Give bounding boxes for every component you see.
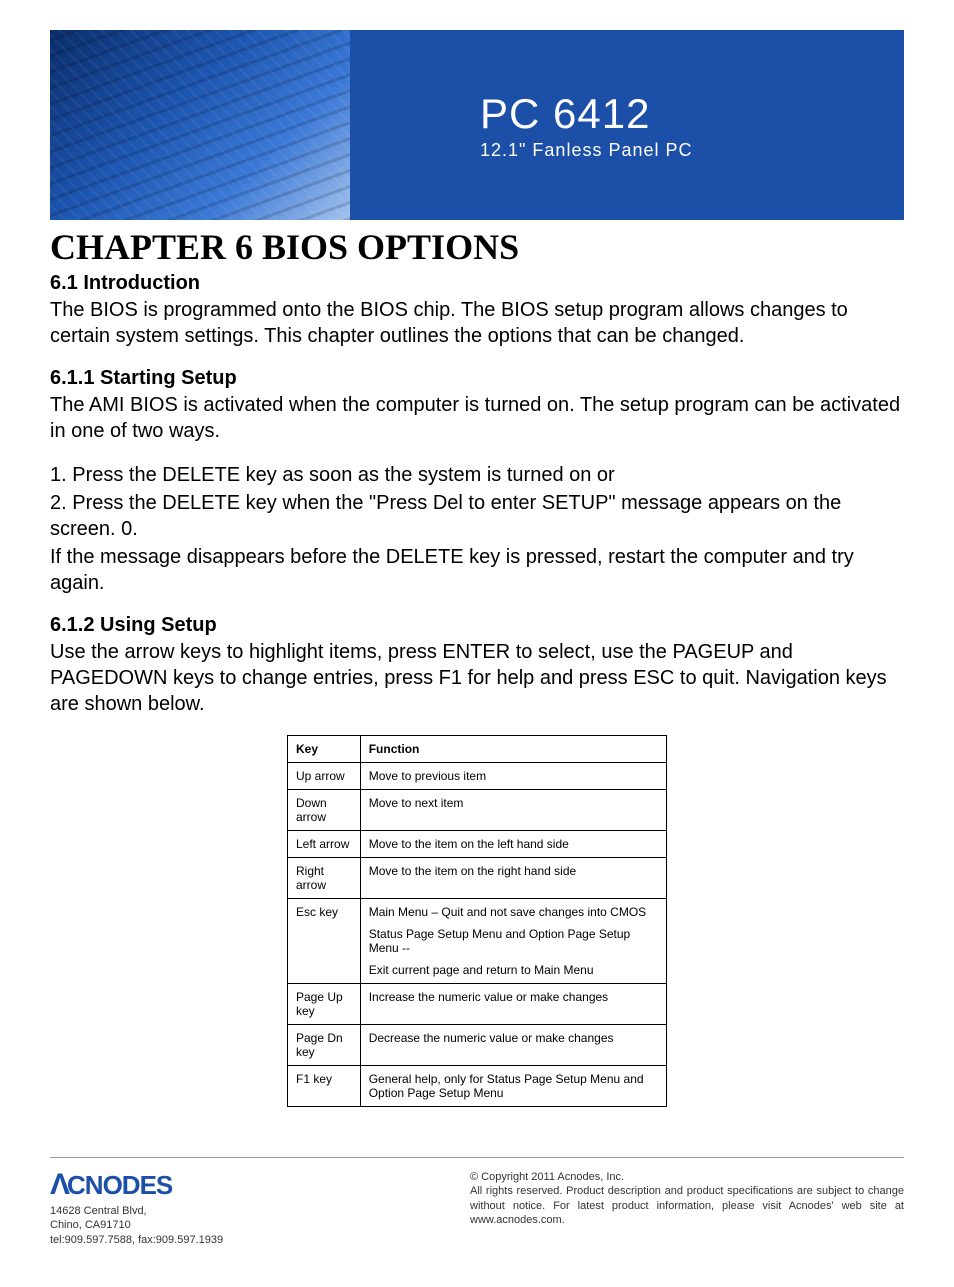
section-using-heading: 6.1.2 Using Setup [50, 614, 904, 637]
chapter-title: CHAPTER 6 BIOS OPTIONS [50, 226, 904, 268]
table-cell-key: Page Dn key [288, 1025, 361, 1066]
product-title: PC 6412 [480, 90, 904, 138]
section-starting-text1: The AMI BIOS is activated when the compu… [50, 392, 904, 444]
esc-line-1: Main Menu – Quit and not save changes in… [369, 905, 658, 919]
section-intro-heading: 6.1 Introduction [50, 272, 904, 295]
esc-line-3: Exit current page and return to Main Men… [369, 963, 658, 977]
table-row: F1 key General help, only for Status Pag… [288, 1066, 667, 1107]
table-cell-key: Right arrow [288, 858, 361, 899]
table-cell-func: Move to the item on the left hand side [360, 831, 666, 858]
footer-address-line3: tel:909.597.7588, fax:909.597.1939 [50, 1233, 430, 1247]
table-cell-key: F1 key [288, 1066, 361, 1107]
table-cell-func: Move to previous item [360, 763, 666, 790]
table-row: Left arrow Move to the item on the left … [288, 831, 667, 858]
section-intro-text: The BIOS is programmed onto the BIOS chi… [50, 297, 904, 349]
esc-line-2: Status Page Setup Menu and Option Page S… [369, 927, 658, 955]
footer-rights: All rights reserved. Product description… [470, 1184, 904, 1227]
navigation-keys-table: Key Function Up arrow Move to previous i… [287, 735, 667, 1107]
table-cell-func: Increase the numeric value or make chang… [360, 984, 666, 1025]
table-row: Right arrow Move to the item on the righ… [288, 858, 667, 899]
table-cell-func: Decrease the numeric value or make chang… [360, 1025, 666, 1066]
header-banner: PC 6412 12.1" Fanless Panel PC [50, 30, 904, 220]
table-row: Page Dn key Decrease the numeric value o… [288, 1025, 667, 1066]
footer-copyright: © Copyright 2011 Acnodes, Inc. [470, 1170, 904, 1184]
footer: ΛCNODES 14628 Central Blvd, Chino, CA917… [50, 1157, 904, 1247]
table-row: Up arrow Move to previous item [288, 763, 667, 790]
table-cell-func: Move to the item on the right hand side [360, 858, 666, 899]
section-using-text: Use the arrow keys to highlight items, p… [50, 639, 904, 717]
footer-address-line2: Chino, CA91710 [50, 1218, 430, 1232]
table-header-function: Function [360, 736, 666, 763]
footer-logo: ΛCNODES [50, 1168, 430, 1202]
table-cell-func: Move to next item [360, 790, 666, 831]
logo-text: CNODES [67, 1170, 172, 1201]
footer-address-line1: 14628 Central Blvd, [50, 1204, 430, 1218]
table-cell-key: Up arrow [288, 763, 361, 790]
section-starting-heading: 6.1.1 Starting Setup [50, 367, 904, 390]
table-cell-key: Down arrow [288, 790, 361, 831]
table-header-key: Key [288, 736, 361, 763]
table-row: Page Up key Increase the numeric value o… [288, 984, 667, 1025]
product-subtitle: 12.1" Fanless Panel PC [480, 140, 904, 161]
table-row: Esc key Main Menu – Quit and not save ch… [288, 899, 667, 984]
table-cell-func: General help, only for Status Page Setup… [360, 1066, 666, 1107]
section-starting-item1: 1. Press the DELETE key as soon as the s… [50, 462, 904, 488]
table-cell-key: Page Up key [288, 984, 361, 1025]
section-starting-item2: 2. Press the DELETE key when the "Press … [50, 490, 904, 542]
table-cell-key: Left arrow [288, 831, 361, 858]
table-row: Down arrow Move to next item [288, 790, 667, 831]
table-cell-func: Main Menu – Quit and not save changes in… [360, 899, 666, 984]
banner-image [50, 30, 350, 220]
section-starting-text2: If the message disappears before the DEL… [50, 544, 904, 596]
table-cell-key: Esc key [288, 899, 361, 984]
